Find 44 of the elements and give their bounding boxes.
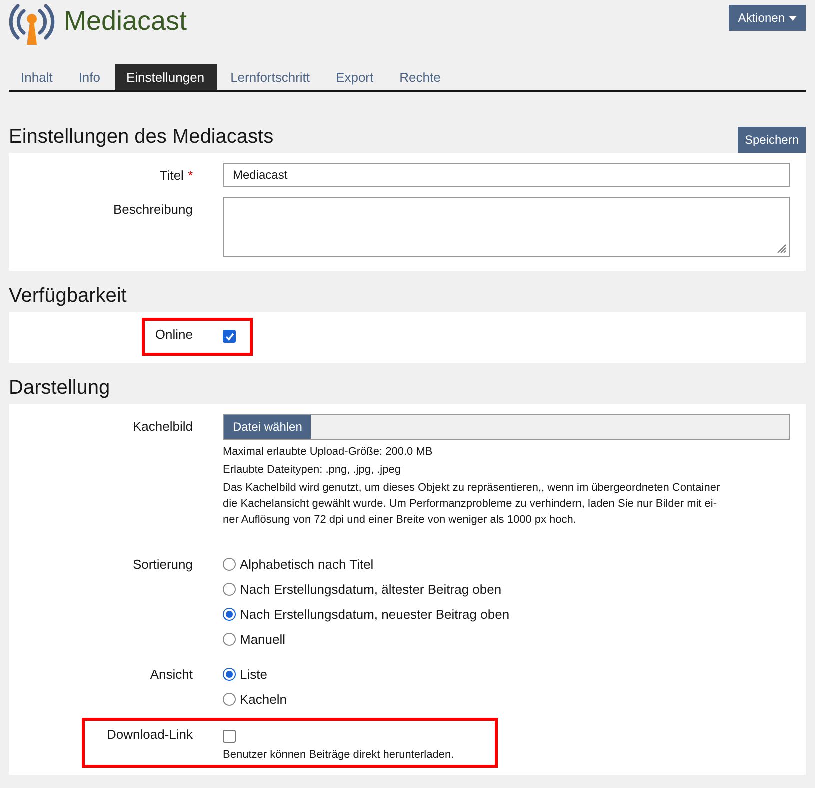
option-label[interactable]: Kacheln [240, 692, 287, 707]
choose-file-button[interactable]: Datei wählen [224, 415, 312, 439]
option-label[interactable]: Liste [240, 667, 268, 682]
required-mark: * [188, 168, 193, 183]
field-label: Kachelbild [132, 418, 194, 436]
description-text: Das Kachelbild wird genutzt, um dieses Objekt zu repräsentieren,, wenn im übergeordneten Container die Kachelansicht gewählt wurde. Um Performanzprobleme zu verhindern, laden Sie nur Bilder mit ei- ner Auflösung von 72 dpi und einer Breite von weniger als 1000 px hoch. [223, 481, 722, 528]
tab[interactable]: Info [66, 64, 112, 90]
checkbox[interactable] [223, 330, 236, 343]
radio-button[interactable] [223, 583, 236, 596]
help-text: Benutzer können Beiträge direkt herunterladen. [223, 749, 456, 761]
description-textarea[interactable] [223, 197, 790, 257]
field-label: Online [154, 326, 194, 344]
caret-icon [789, 16, 797, 20]
option-label[interactable]: Alphabetisch nach Titel [240, 557, 374, 572]
title-input[interactable]: Mediacast [223, 163, 790, 187]
field-label: Ansicht [149, 666, 194, 684]
option-label[interactable]: Manuell [240, 632, 286, 647]
radio-button[interactable] [223, 608, 236, 621]
tab[interactable]: Einstellungen [114, 64, 217, 90]
save-button[interactable]: Speichern [738, 127, 806, 153]
field-label: Titel * [158, 167, 194, 185]
option-label[interactable]: Nach Erstellungsdatum, ältester Beitrag oben [240, 582, 502, 597]
actions-button[interactable]: Aktionen [729, 5, 806, 31]
field-label: Beschreibung [112, 201, 194, 219]
radio-button[interactable] [223, 668, 236, 681]
option-label[interactable]: Nach Erstellungsdatum, neuester Beitrag oben [240, 607, 510, 622]
resize-grip-icon [777, 244, 787, 254]
tab[interactable]: Lernfortschritt [218, 64, 322, 90]
section-heading: Verfügbarkeit [9, 285, 127, 308]
info-text: Maximal erlaubte Upload-Größe: 200.0 MB [223, 446, 434, 458]
info-text: Erlaubte Dateitypen: .png, .jpg, .jpeg [223, 464, 402, 476]
radio-button[interactable] [223, 693, 236, 706]
file-field[interactable]: Datei wählen [223, 414, 790, 440]
field-label: Download-Link [106, 726, 194, 744]
checkbox[interactable] [223, 730, 236, 743]
page-title: Mediacast [64, 6, 188, 37]
tab[interactable]: Export [324, 64, 386, 90]
tab[interactable]: Inhalt [9, 64, 65, 90]
field-label: Sortierung [132, 556, 194, 574]
tab[interactable]: Rechte [388, 64, 453, 90]
section-heading: Einstellungen des Mediacasts [9, 126, 274, 149]
section-heading: Darstellung [9, 377, 110, 400]
radio-button[interactable] [223, 633, 236, 646]
radio-button[interactable] [223, 558, 236, 571]
